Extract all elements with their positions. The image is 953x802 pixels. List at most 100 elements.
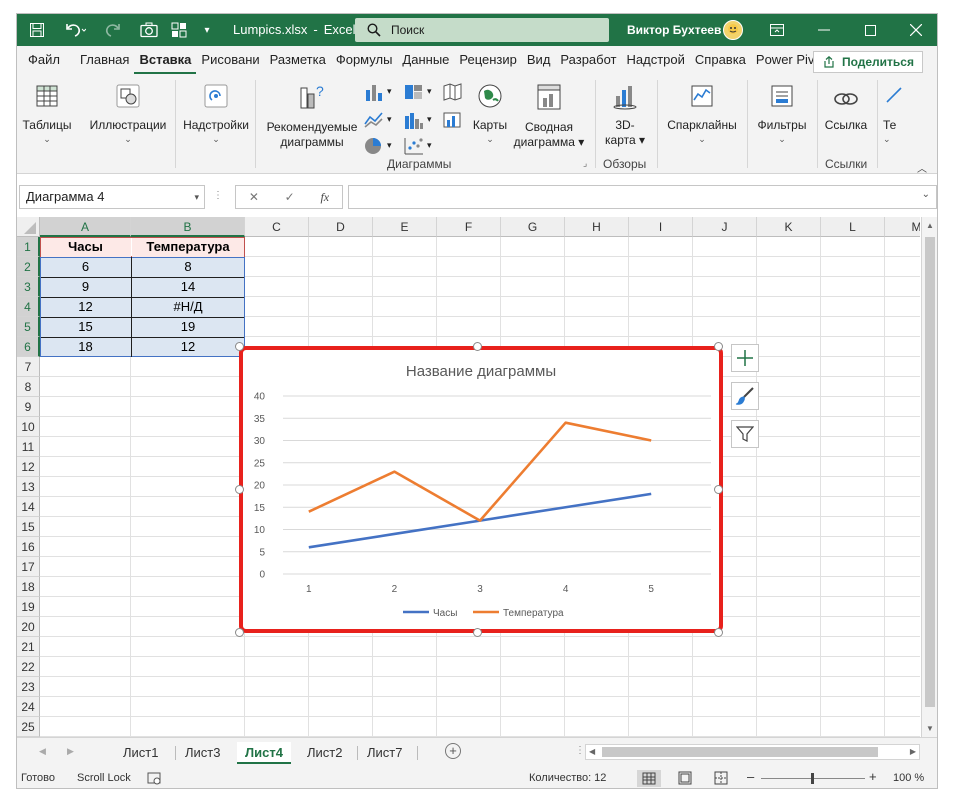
chevron-down-icon[interactable]: ▾ [427, 86, 432, 97]
tab-power-pivot[interactable]: Power Piv [751, 46, 820, 74]
sheet-tab-2[interactable]: Лист2 [299, 742, 350, 764]
user-name[interactable]: Виктор Бухтеев [627, 14, 721, 46]
pie-chart-icon[interactable] [363, 136, 387, 158]
resize-handle-br[interactable] [714, 628, 723, 637]
row-header-22[interactable]: 22 [17, 657, 40, 677]
resize-handle-tl[interactable] [235, 342, 244, 351]
column-chart-icon[interactable] [363, 82, 387, 104]
chevron-down-icon[interactable]: ▾ [194, 186, 199, 208]
row-header-3[interactable]: 3 [17, 277, 40, 297]
tab-addins[interactable]: Надстрой [622, 46, 690, 74]
column-header-g[interactable]: G [501, 217, 565, 237]
resize-handle-left[interactable] [235, 485, 244, 494]
tab-data[interactable]: Данные [397, 46, 454, 74]
pivot-chart-button[interactable]: Сводная диаграмма ▾ [513, 82, 585, 150]
horizontal-scrollbar[interactable]: ◀ ▶ [585, 744, 920, 760]
next-sheet-icon[interactable]: ▶ [67, 746, 74, 757]
search-box[interactable]: Поиск [355, 18, 609, 42]
tab-view[interactable]: Вид [522, 46, 556, 74]
cell-b5[interactable]: 19 [131, 317, 245, 337]
3d-map-button[interactable]: 3D- карта ▾ [601, 82, 649, 148]
close-icon[interactable] [893, 14, 937, 46]
row-header-1[interactable]: 1 [17, 237, 40, 257]
zoom-in-icon[interactable]: + [869, 769, 877, 784]
row-header-10[interactable]: 10 [17, 417, 40, 437]
chart-legend[interactable]: Часы Температура [403, 608, 564, 619]
recommended-charts-button[interactable]: ? Рекомендуемые диаграммы [265, 82, 359, 150]
row-header-15[interactable]: 15 [17, 517, 40, 537]
macro-record-icon[interactable] [147, 771, 161, 788]
column-header-l[interactable]: L [821, 217, 885, 237]
illustrations-button[interactable]: Иллюстрации ⌄ [85, 82, 171, 145]
row-header-17[interactable]: 17 [17, 557, 40, 577]
sheet-grip-icon[interactable]: ⋮ [575, 745, 585, 756]
resize-handle-right[interactable] [714, 485, 723, 494]
chart-styles-button[interactable] [731, 382, 759, 410]
text-button[interactable]: Те ⌄ [883, 82, 913, 145]
resize-handle-top[interactable] [473, 342, 482, 351]
chart-title[interactable]: Название диаграммы [406, 363, 556, 380]
cell-a2[interactable]: 6 [40, 257, 131, 277]
chart[interactable]: Название диаграммы 0 5 10 15 20 25 30 35 40 1 2 3 4… [239, 346, 723, 633]
tab-page-layout[interactable]: Разметка [265, 46, 331, 74]
select-all-button[interactable] [17, 217, 40, 237]
chevron-down-icon[interactable]: ▾ [427, 140, 432, 151]
collapse-ribbon-icon[interactable]: ︿ [917, 160, 927, 175]
save-icon[interactable] [27, 20, 47, 40]
zoom-out-icon[interactable]: – [747, 769, 754, 784]
tab-formulas[interactable]: Формулы [331, 46, 398, 74]
column-header-c[interactable]: C [245, 217, 309, 237]
maps-small-icon[interactable] [441, 82, 465, 104]
resize-handle-bl[interactable] [235, 628, 244, 637]
column-header-b[interactable]: B [131, 217, 245, 237]
column-header-j[interactable]: J [693, 217, 757, 237]
zoom-slider[interactable] [761, 773, 865, 784]
statistic-chart-icon[interactable] [403, 110, 427, 132]
enter-icon[interactable]: ✓ [285, 190, 295, 204]
vertical-scrollbar[interactable]: ▲ ▼ [921, 217, 937, 737]
cell-b2[interactable]: 8 [131, 257, 245, 277]
row-header-21[interactable]: 21 [17, 637, 40, 657]
scroll-right-icon[interactable]: ▶ [910, 747, 916, 756]
tab-draw[interactable]: Рисовани [196, 46, 264, 74]
row-header-13[interactable]: 13 [17, 477, 40, 497]
avatar[interactable] [723, 20, 743, 40]
cell-a1[interactable]: Часы [40, 237, 131, 257]
chart-filters-button[interactable] [731, 420, 759, 448]
zoom-slider-thumb[interactable] [811, 773, 814, 784]
tables-button[interactable]: Таблицы ⌄ [21, 82, 73, 145]
tab-file[interactable]: Файл [23, 46, 65, 74]
resize-handle-bottom[interactable] [473, 628, 482, 637]
scroll-left-icon[interactable]: ◀ [589, 747, 595, 756]
tab-home[interactable]: Главная [75, 46, 134, 74]
maximize-icon[interactable] [847, 14, 893, 46]
cell-a6[interactable]: 18 [40, 337, 131, 357]
undo-icon[interactable] [61, 20, 89, 40]
column-header-e[interactable]: E [373, 217, 437, 237]
scroll-up-icon[interactable]: ▲ [926, 221, 934, 230]
tab-developer[interactable]: Разработ [555, 46, 621, 74]
row-header-19[interactable]: 19 [17, 597, 40, 617]
chevron-down-icon[interactable]: ▾ [427, 114, 432, 125]
scatter-chart-icon[interactable] [403, 136, 427, 158]
maps-button[interactable]: Карты ⌄ [469, 82, 511, 145]
form-icon[interactable] [169, 20, 189, 40]
prev-sheet-icon[interactable]: ◀ [39, 746, 46, 757]
row-header-20[interactable]: 20 [17, 617, 40, 637]
row-header-18[interactable]: 18 [17, 577, 40, 597]
link-button[interactable]: Ссылка [819, 88, 873, 133]
sheet-tab-7[interactable]: Лист7 [359, 742, 410, 764]
column-header-d[interactable]: D [309, 217, 373, 237]
cell-b4[interactable]: #Н/Д [131, 297, 245, 317]
add-sheet-button[interactable]: + [445, 743, 461, 759]
sheet-tab-4[interactable]: Лист4 [237, 742, 291, 764]
pivot-small-icon[interactable] [441, 110, 465, 132]
customize-qat-icon[interactable]: ▾ [199, 20, 215, 40]
column-header-i[interactable]: I [629, 217, 693, 237]
tab-insert[interactable]: Вставка [134, 46, 197, 74]
row-header-16[interactable]: 16 [17, 537, 40, 557]
ribbon-display-icon[interactable] [754, 14, 800, 46]
filters-button[interactable]: Фильтры ⌄ [751, 82, 813, 145]
cell-a4[interactable]: 12 [40, 297, 131, 317]
cell-b1[interactable]: Температура [131, 237, 245, 257]
